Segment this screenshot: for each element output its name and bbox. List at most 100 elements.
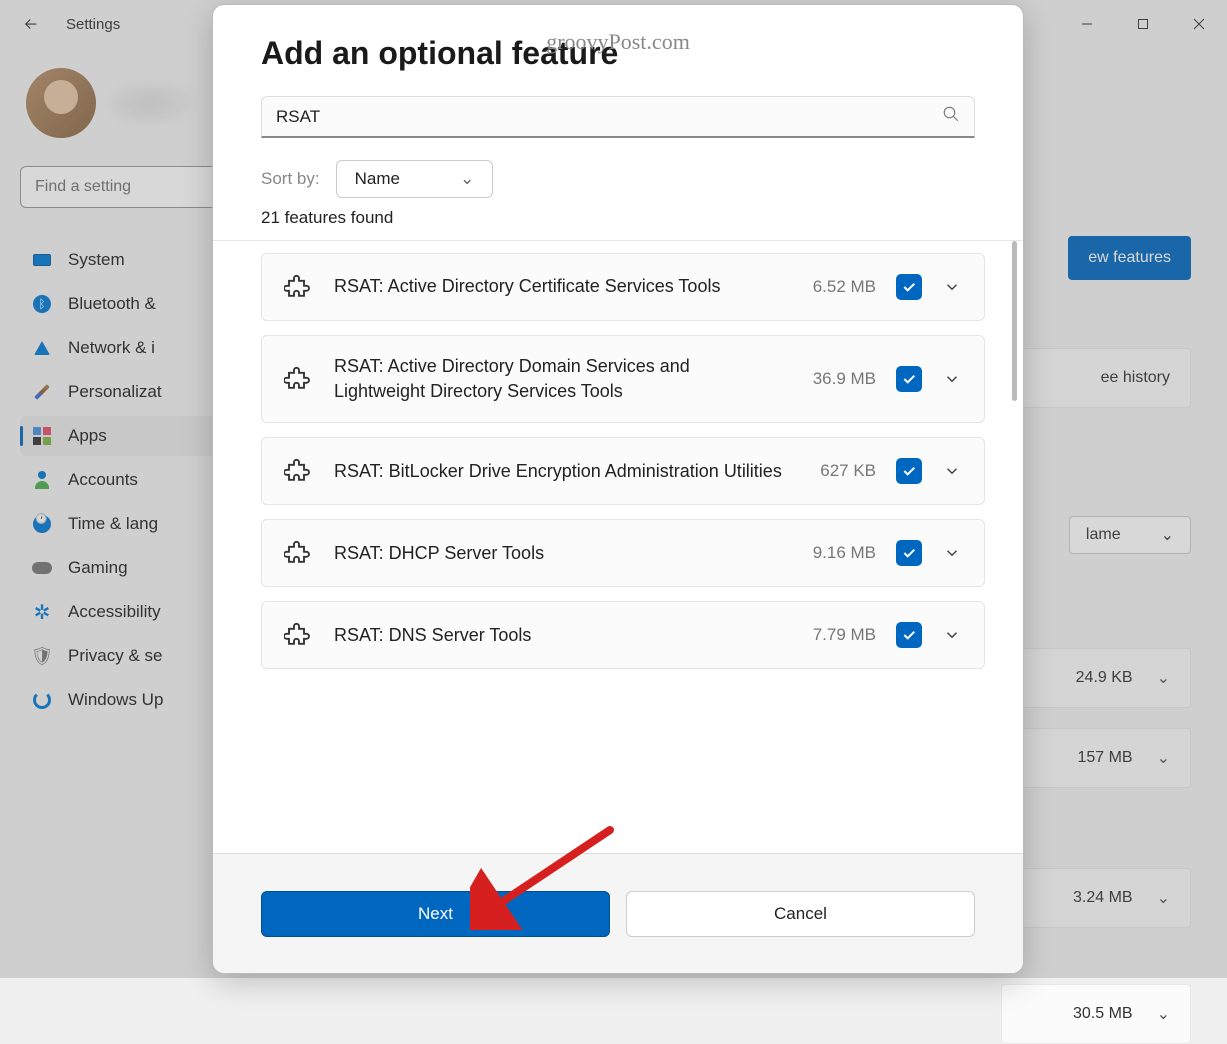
dialog-footer: Next Cancel [213, 853, 1023, 973]
scrollbar[interactable] [1012, 241, 1017, 401]
sidebar-item-bluetooth[interactable]: ᛒ Bluetooth & [20, 284, 220, 324]
cancel-button[interactable]: Cancel [626, 891, 975, 937]
sort-value: Name [355, 169, 400, 189]
update-icon [32, 690, 52, 710]
chevron-down-icon[interactable] [942, 278, 962, 296]
add-optional-feature-dialog: groovyPost.com Add an optional feature S… [212, 4, 1024, 974]
sidebar-item-time[interactable]: Time & lang [20, 504, 220, 544]
chevron-down-icon: ⌄ [1157, 1004, 1170, 1024]
dialog-title: Add an optional feature [261, 35, 975, 72]
sidebar-item-label: Time & lang [68, 514, 158, 534]
bg-feature-row[interactable]: 30.5 MB⌄ [1001, 984, 1191, 1044]
bg-sort-select[interactable]: lame⌄ [1069, 516, 1191, 554]
sidebar-item-system[interactable]: System [20, 240, 220, 280]
sidebar-item-network[interactable]: Network & i [20, 328, 220, 368]
sidebar-item-apps[interactable]: Apps [20, 416, 220, 456]
chevron-down-icon: ⌄ [1157, 668, 1170, 688]
sidebar-item-label: Apps [68, 426, 107, 446]
accessibility-icon: ✲ [32, 602, 52, 622]
feature-checkbox[interactable] [896, 540, 922, 566]
sidebar-item-windows-update[interactable]: Windows Up [20, 680, 220, 720]
feature-name: RSAT: Active Directory Certificate Servi… [334, 274, 793, 299]
chevron-down-icon[interactable] [942, 544, 962, 562]
features-found-text: 21 features found [261, 208, 975, 228]
feature-size: 7.79 MB [813, 625, 876, 645]
puzzle-icon [284, 456, 314, 486]
feature-search-box[interactable] [261, 96, 975, 138]
feature-size: 9.16 MB [813, 543, 876, 563]
feature-name: RSAT: Active Directory Domain Services a… [334, 354, 793, 404]
bg-sort: lame⌄ [1069, 516, 1191, 554]
feature-name: RSAT: DHCP Server Tools [334, 541, 793, 566]
chevron-down-icon[interactable] [942, 462, 962, 480]
clock-icon [32, 514, 52, 534]
search-icon [942, 105, 960, 128]
back-button[interactable] [20, 13, 42, 35]
feature-item[interactable]: RSAT: Active Directory Certificate Servi… [261, 253, 985, 321]
sidebar-item-label: System [68, 250, 125, 270]
bg-feature-row[interactable]: 24.9 KB⌄ [1001, 648, 1191, 708]
chevron-down-icon[interactable] [942, 626, 962, 644]
chevron-down-icon: ⌄ [1157, 748, 1170, 768]
sidebar-item-gaming[interactable]: Gaming [20, 548, 220, 588]
feature-checkbox[interactable] [896, 366, 922, 392]
sidebar-item-personalization[interactable]: Personalizat [20, 372, 220, 412]
bg-feature-row[interactable]: 157 MB⌄ [1001, 728, 1191, 788]
wifi-icon [32, 338, 52, 358]
feature-item[interactable]: RSAT: DHCP Server Tools 9.16 MB [261, 519, 985, 587]
system-icon [32, 250, 52, 270]
chevron-down-icon: ⌄ [1161, 525, 1174, 545]
sidebar-item-label: Bluetooth & [68, 294, 156, 314]
settings-sidebar: System ᛒ Bluetooth & Network & i Personal… [10, 48, 230, 978]
sort-by-select[interactable]: Name ⌄ [336, 160, 494, 198]
brush-icon [32, 382, 52, 402]
puzzle-icon [284, 538, 314, 568]
chevron-down-icon: ⌄ [460, 169, 474, 189]
sort-by-label: Sort by: [261, 169, 320, 189]
sidebar-item-label: Privacy & se [68, 646, 162, 666]
shield-icon: 🛡 [32, 646, 52, 666]
bluetooth-icon: ᛒ [32, 294, 52, 314]
sidebar-search-input[interactable] [35, 178, 205, 196]
feature-checkbox[interactable] [896, 458, 922, 484]
minimize-button[interactable] [1059, 4, 1115, 44]
bg-feature-row[interactable]: 3.24 MB⌄ [1001, 868, 1191, 928]
feature-checkbox[interactable] [896, 622, 922, 648]
feature-item[interactable]: RSAT: Active Directory Domain Services a… [261, 335, 985, 423]
sidebar-item-label: Network & i [68, 338, 155, 358]
feature-size: 36.9 MB [813, 369, 876, 389]
puzzle-icon [284, 364, 314, 394]
feature-item[interactable]: RSAT: DNS Server Tools 7.79 MB [261, 601, 985, 669]
puzzle-icon [284, 272, 314, 302]
sidebar-item-accessibility[interactable]: ✲ Accessibility [20, 592, 220, 632]
feature-list[interactable]: RSAT: Active Directory Certificate Servi… [213, 240, 1023, 853]
feature-checkbox[interactable] [896, 274, 922, 300]
apps-icon [32, 426, 52, 446]
feature-item[interactable]: RSAT: BitLocker Drive Encryption Adminis… [261, 437, 985, 505]
sidebar-item-label: Accounts [68, 470, 138, 490]
see-history-row[interactable]: ee history [1021, 348, 1191, 408]
sidebar-item-accounts[interactable]: Accounts [20, 460, 220, 500]
close-button[interactable] [1171, 4, 1227, 44]
gamepad-icon [32, 558, 52, 578]
next-button[interactable]: Next [261, 891, 610, 937]
feature-name: RSAT: DNS Server Tools [334, 623, 793, 648]
chevron-down-icon[interactable] [942, 370, 962, 388]
person-icon [32, 470, 52, 490]
maximize-button[interactable] [1115, 4, 1171, 44]
sidebar-item-privacy[interactable]: 🛡 Privacy & se [20, 636, 220, 676]
sidebar-item-label: Gaming [68, 558, 128, 578]
view-features-button[interactable]: ew features [1068, 236, 1191, 280]
puzzle-icon [284, 620, 314, 650]
feature-name: RSAT: BitLocker Drive Encryption Adminis… [334, 459, 800, 484]
window-title: Settings [66, 16, 120, 33]
sidebar-item-label: Accessibility [68, 602, 161, 622]
feature-search-input[interactable] [276, 107, 942, 127]
user-avatar[interactable] [26, 68, 96, 138]
chevron-down-icon: ⌄ [1157, 888, 1170, 908]
feature-size: 6.52 MB [813, 277, 876, 297]
feature-size: 627 KB [820, 461, 876, 481]
sidebar-item-label: Windows Up [68, 690, 163, 710]
user-name-blurred [110, 83, 190, 123]
sidebar-search[interactable] [20, 166, 220, 208]
